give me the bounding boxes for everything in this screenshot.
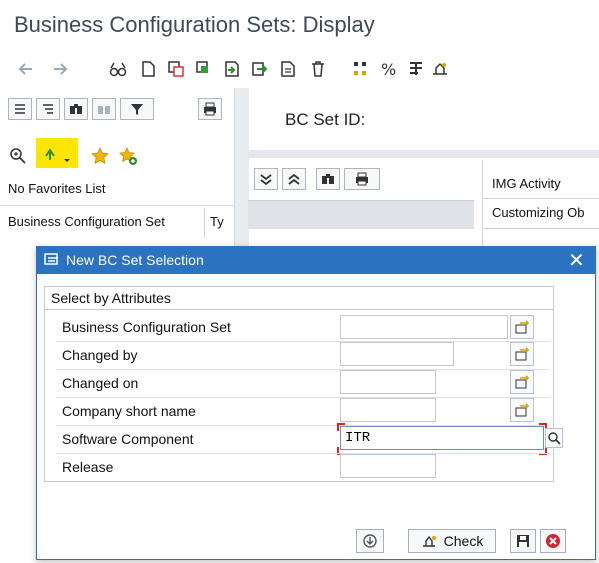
print-icon[interactable] (198, 98, 222, 120)
save-icon (517, 535, 529, 547)
search-binoculars-icon[interactable] (316, 168, 340, 190)
field-label-changed-by: Changed by (62, 347, 138, 363)
img-activity-label: IMG Activity (492, 176, 561, 191)
percent-icon[interactable]: % (376, 56, 400, 82)
close-icon[interactable]: ✕ (568, 248, 585, 272)
svg-text:%: % (381, 60, 396, 79)
cancel-button[interactable] (540, 529, 566, 553)
print-dropdown-icon[interactable] (344, 168, 380, 190)
favorite-star-icon[interactable] (90, 146, 110, 166)
check-label: Check (443, 533, 484, 549)
multiple-selection-icon[interactable] (510, 398, 534, 422)
zoom-icon[interactable] (8, 146, 28, 166)
execute-button[interactable] (356, 529, 384, 553)
export-icon[interactable] (248, 56, 272, 82)
group-title-label: Select by Attributes (51, 290, 171, 306)
splitter-bar (248, 150, 599, 158)
field-label-release: Release (62, 459, 114, 475)
release-input[interactable] (340, 454, 436, 478)
filter-dropdown-icon[interactable] (120, 98, 154, 120)
import-icon[interactable] (220, 56, 244, 82)
pane-splitter[interactable] (234, 88, 249, 248)
divider (0, 205, 234, 206)
field-label-software-component: Software Component (62, 431, 194, 447)
check-icon (422, 535, 436, 547)
multiple-selection-icon[interactable] (510, 315, 534, 339)
add-favorite-icon[interactable] (118, 146, 138, 166)
dialog-title-icon (44, 253, 60, 267)
value-help-icon[interactable] (545, 428, 563, 448)
software-component-input[interactable]: ITR (340, 426, 544, 450)
bc-set-id-label: BC Set ID: (285, 110, 366, 129)
multiple-selection-icon[interactable] (510, 370, 534, 394)
focus-corner (337, 423, 345, 431)
divider (483, 228, 599, 229)
field-label-bc-set: Business Configuration Set (62, 319, 231, 335)
paste-icon[interactable] (192, 56, 216, 82)
copy-icon[interactable] (164, 56, 188, 82)
glasses-icon[interactable] (106, 56, 130, 82)
row-divider (56, 453, 550, 454)
changed-by-input[interactable] (340, 342, 454, 366)
row-divider (56, 397, 550, 398)
changed-on-input[interactable] (340, 370, 436, 394)
back-arrow-icon[interactable] (14, 56, 38, 82)
save-button[interactable] (510, 529, 536, 553)
execute-icon (363, 534, 377, 548)
column-divider (204, 208, 205, 238)
row-divider (56, 341, 550, 342)
page-title: Business Configuration Sets: Display (14, 12, 375, 37)
divider (483, 198, 599, 199)
compare-document-icon[interactable] (276, 56, 300, 82)
dialog-title-bar[interactable]: New BC Set Selection ✕ (36, 246, 596, 274)
favorites-label: No Favorites List (8, 181, 106, 196)
bc-set-input[interactable] (340, 315, 508, 339)
expand-all-icon[interactable] (36, 98, 60, 120)
hierarchy-icon[interactable] (348, 56, 372, 82)
column-header-bc-set[interactable]: Business Configuration Set (8, 214, 165, 229)
delete-trash-icon[interactable] (306, 56, 330, 82)
expand-icon[interactable] (282, 168, 306, 190)
customizing-object-label: Customizing Ob (492, 205, 585, 220)
collapse-all-icon[interactable] (8, 98, 32, 120)
tree-nodes-dropdown-icon[interactable] (40, 144, 76, 166)
find-binoculars-icon[interactable] (64, 98, 88, 120)
field-label-company: Company short name (62, 403, 196, 419)
company-short-name-input[interactable] (340, 398, 436, 422)
cancel-icon (546, 534, 560, 548)
field-label-changed-on: Changed on (62, 375, 139, 391)
multiple-selection-icon[interactable] (510, 342, 534, 366)
group-title: Select by Attributes (45, 287, 553, 310)
transport-icon[interactable] (428, 56, 452, 82)
collapse-icon[interactable] (254, 168, 278, 190)
grid-header-bar (248, 200, 474, 229)
row-divider (56, 369, 550, 370)
column-header-type[interactable]: Ty (210, 214, 224, 229)
structure-icon[interactable] (404, 56, 428, 82)
new-document-icon[interactable] (136, 56, 160, 82)
dialog-title: New BC Set Selection (66, 252, 204, 268)
forward-arrow-icon[interactable] (48, 56, 72, 82)
check-button[interactable]: Check (408, 529, 496, 553)
find-next-icon[interactable] (92, 98, 116, 120)
